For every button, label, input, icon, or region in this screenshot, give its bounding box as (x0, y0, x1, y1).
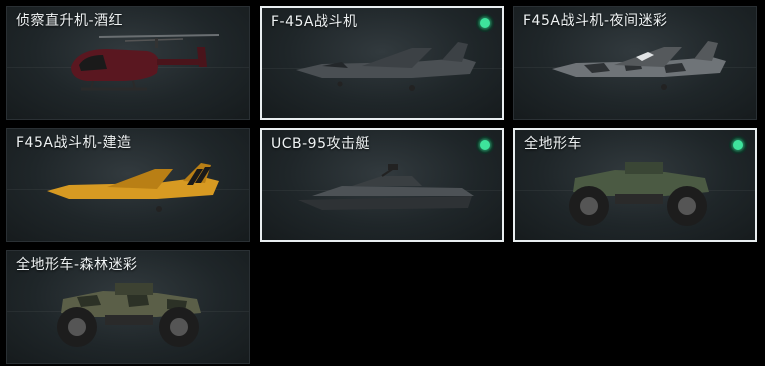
vehicle-card-f45a[interactable]: F-45A战斗机 (260, 6, 504, 120)
vehicle-card-f45a-construction[interactable]: F45A战斗机-建造 (6, 128, 250, 242)
vehicle-card-ucb95-boat[interactable]: UCB-95攻击艇 (260, 128, 504, 242)
vehicle-name-label: F45A战斗机-夜间迷彩 (523, 13, 668, 29)
vehicle-name-label: 全地形车-森林迷彩 (16, 257, 138, 273)
equipped-indicator-icon (476, 136, 494, 154)
equipped-indicator-icon (476, 14, 494, 32)
vehicle-name-label: F-45A战斗机 (271, 14, 358, 30)
vehicle-name-label: 侦察直升机-酒红 (16, 13, 124, 29)
vehicle-skin-grid: 侦察直升机-酒红 F-45A战斗机 F45A战斗机-夜间迷彩 F45A战斗机-建… (0, 0, 765, 366)
equipped-indicator-icon (729, 136, 747, 154)
vehicle-card-f45a-night-camo[interactable]: F45A战斗机-夜间迷彩 (513, 6, 757, 120)
vehicle-card-atv-forest-camo[interactable]: 全地形车-森林迷彩 (6, 250, 250, 364)
vehicle-name-label: F45A战斗机-建造 (16, 135, 132, 151)
vehicle-card-atv[interactable]: 全地形车 (513, 128, 757, 242)
vehicle-card-scout-helicopter[interactable]: 侦察直升机-酒红 (6, 6, 250, 120)
vehicle-name-label: UCB-95攻击艇 (271, 136, 370, 152)
vehicle-name-label: 全地形车 (524, 136, 582, 152)
